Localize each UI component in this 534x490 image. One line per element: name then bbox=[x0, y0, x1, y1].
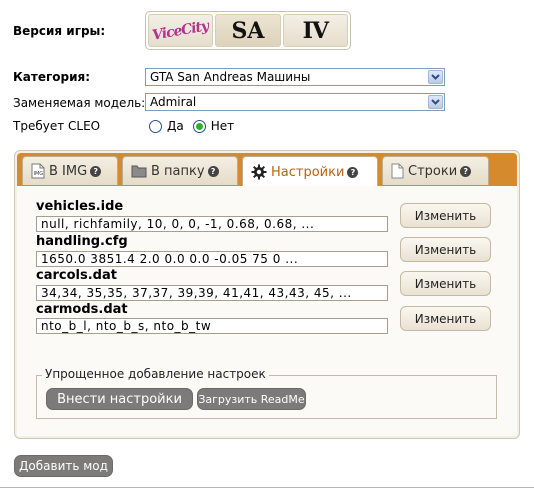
tab-folder-label: В папку bbox=[151, 163, 205, 179]
load-readme-button[interactable]: Загрузить ReadMe bbox=[197, 388, 306, 410]
file-name-vehicles-ide: vehicles.ide bbox=[36, 199, 124, 214]
edit-vehicles-ide-button[interactable]: Изменить bbox=[400, 203, 491, 228]
game-version-selector: ViceCity SA IV bbox=[145, 11, 351, 50]
game-version-gta-iv-button[interactable]: IV bbox=[282, 14, 348, 47]
vice-city-logo: ViceCity bbox=[151, 17, 210, 44]
cleo-radio-group: Да Нет bbox=[149, 119, 234, 133]
add-mod-button[interactable]: Добавить мод bbox=[14, 455, 113, 477]
footer-divider bbox=[0, 487, 534, 488]
document-icon bbox=[391, 163, 404, 179]
cleo-no-radio[interactable] bbox=[192, 119, 206, 133]
edit-carmods-dat-button[interactable]: Изменить bbox=[400, 306, 491, 331]
replaced-model-label: Заменяемая модель: bbox=[13, 96, 146, 110]
file-value-carcols-dat: 34,34, 35,35, 37,37, 39,39, 41,41, 43,43… bbox=[36, 285, 388, 301]
file-name-carcols-dat: carcols.dat bbox=[36, 268, 117, 283]
tab-settings[interactable]: Настройки ? bbox=[242, 156, 378, 187]
tab-settings-label: Настройки bbox=[271, 164, 345, 180]
cleo-label: Требует CLEO bbox=[13, 119, 101, 133]
game-version-san-andreas-button[interactable]: SA bbox=[215, 14, 281, 47]
edit-carcols-dat-button[interactable]: Изменить bbox=[400, 271, 491, 296]
img-file-icon: IMG bbox=[31, 163, 45, 179]
cleo-yes-label: Да bbox=[167, 119, 184, 133]
help-icon[interactable]: ? bbox=[347, 166, 359, 178]
file-name-handling-cfg: handling.cfg bbox=[36, 234, 128, 249]
category-select[interactable]: GTA San Andreas Машины bbox=[145, 68, 445, 86]
game-version-vice-city-button[interactable]: ViceCity bbox=[148, 14, 214, 47]
file-value-carmods-dat: nto_b_l, nto_b_s, nto_b_tw bbox=[36, 318, 388, 334]
chevron-down-icon[interactable] bbox=[428, 70, 443, 84]
file-value-vehicles-ide: null, richfamily, 10, 0, 0, -1, 0.68, 0.… bbox=[36, 216, 388, 232]
cleo-yes-radio[interactable] bbox=[149, 119, 162, 133]
replaced-model-select-value: Admiral bbox=[150, 95, 197, 109]
help-icon[interactable]: ? bbox=[90, 165, 102, 177]
chevron-down-icon[interactable] bbox=[428, 95, 443, 109]
san-andreas-logo: SA bbox=[231, 17, 265, 44]
game-version-label: Версия игры: bbox=[13, 24, 106, 38]
file-name-carmods-dat: carmods.dat bbox=[36, 302, 128, 317]
gear-icon bbox=[251, 164, 267, 180]
tab-strings-label: Строки bbox=[408, 163, 458, 179]
gta-iv-logo: IV bbox=[302, 17, 329, 44]
tab-img-label: В IMG bbox=[49, 163, 88, 179]
tab-strings[interactable]: Строки ? bbox=[382, 156, 489, 185]
svg-text:IMG: IMG bbox=[34, 171, 44, 177]
tab-img[interactable]: IMG В IMG ? bbox=[22, 156, 118, 185]
simplified-settings-legend: Упрощенное добавление настроек bbox=[42, 367, 269, 381]
apply-settings-button[interactable]: Внести настройки bbox=[46, 388, 193, 410]
tab-folder[interactable]: В папку ? bbox=[122, 156, 238, 185]
file-value-handling-cfg: 1650.0 3851.4 2.0 0.0 0.0 -0.05 75 0 ... bbox=[36, 251, 388, 267]
help-icon[interactable]: ? bbox=[460, 165, 472, 177]
edit-handling-cfg-button[interactable]: Изменить bbox=[400, 237, 491, 262]
category-label: Категория: bbox=[13, 70, 91, 84]
folder-icon bbox=[131, 164, 147, 178]
help-icon[interactable]: ? bbox=[207, 165, 219, 177]
replaced-model-select[interactable]: Admiral bbox=[145, 93, 445, 111]
cleo-no-label: Нет bbox=[210, 119, 235, 133]
category-select-value: GTA San Andreas Машины bbox=[150, 70, 311, 84]
